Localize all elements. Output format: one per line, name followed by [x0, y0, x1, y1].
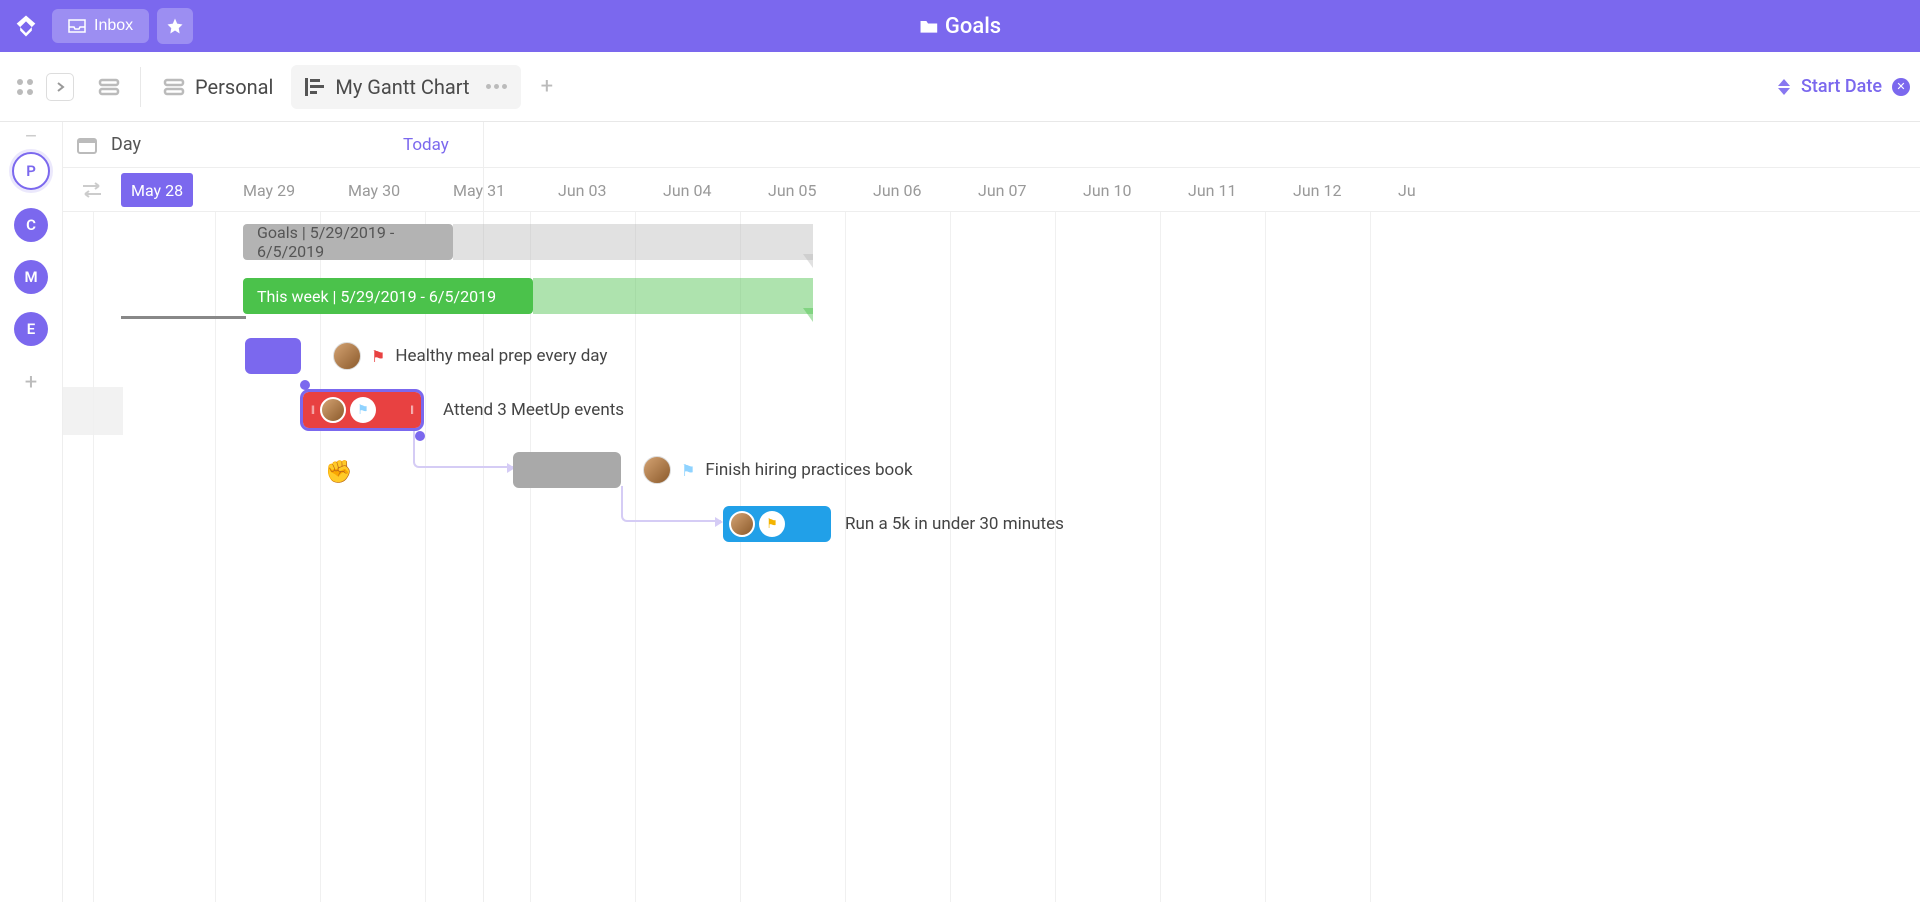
dependency-line: [621, 486, 721, 522]
date-column-header[interactable]: Jun 10: [1083, 168, 1131, 212]
date-column-header[interactable]: Jun 06: [873, 168, 921, 212]
date-column-header[interactable]: Jun 04: [663, 168, 711, 212]
inbox-button[interactable]: Inbox: [52, 9, 149, 43]
date-axis: May 28 May 29 May 30 May 31 Jun 03 Jun 04 Jun …: [63, 168, 1920, 212]
task-label[interactable]: ⚑Healthy meal prep every day: [333, 342, 607, 370]
date-column-header[interactable]: May 30: [348, 168, 400, 212]
date-column-header[interactable]: Jun 12: [1293, 168, 1341, 212]
dependency-line: [413, 428, 513, 468]
date-column-header[interactable]: Ju: [1398, 168, 1416, 212]
gantt-icon: [305, 78, 325, 96]
date-column-header[interactable]: May 28: [121, 173, 193, 207]
clear-sort-button[interactable]: ✕: [1892, 78, 1910, 96]
date-column-header[interactable]: Jun 03: [558, 168, 606, 212]
gantt-area: Day Today May 28 May 29 May 30 May 31 Jun 03…: [62, 122, 1920, 902]
sort-control[interactable]: Start Date ✕: [1777, 76, 1910, 97]
app-header: Inbox Goals: [0, 0, 1920, 52]
task-bar[interactable]: [513, 452, 621, 488]
avatar: [333, 342, 361, 370]
leader-line: [121, 316, 246, 319]
divider: [140, 67, 141, 107]
folder-icon: [919, 17, 939, 35]
date-column-header[interactable]: Jun 07: [978, 168, 1026, 212]
sidebar-item-c[interactable]: C: [14, 208, 48, 242]
collapse-icon[interactable]: –: [24, 124, 37, 148]
task-bar[interactable]: [245, 338, 301, 374]
grab-cursor-icon: ✊: [325, 460, 352, 485]
date-column-header[interactable]: Jun 11: [1188, 168, 1236, 212]
today-button[interactable]: Today: [403, 135, 449, 155]
inbox-label: Inbox: [94, 17, 133, 35]
priority-flag-icon: ⚑: [371, 347, 385, 366]
date-column-header[interactable]: Jun 05: [768, 168, 816, 212]
breadcrumb-personal[interactable]: Personal: [157, 75, 279, 99]
gantt-grid: [63, 212, 1920, 902]
task-bar[interactable]: ||⚑||: [303, 392, 421, 428]
star-icon: [166, 17, 184, 35]
task-label[interactable]: ⚑Finish hiring practices book: [643, 456, 913, 484]
sort-icon: [1777, 79, 1791, 95]
add-space-button[interactable]: +: [25, 370, 37, 395]
sidebar-item-p[interactable]: P: [12, 152, 50, 190]
view-toolbar: Personal My Gantt Chart + Start Date ✕: [0, 52, 1920, 122]
list-icon: [163, 77, 185, 97]
add-view-button[interactable]: +: [541, 74, 553, 99]
group-bar[interactable]: Goals | 5/29/2019 - 6/5/2019: [243, 224, 453, 260]
date-column-header[interactable]: May 31: [453, 168, 505, 212]
tab-gantt-chart[interactable]: My Gantt Chart: [291, 65, 520, 109]
sidebar-item-e[interactable]: E: [14, 312, 48, 346]
gantt-body[interactable]: Goals | 5/29/2019 - 6/5/2019 This week | …: [63, 212, 1920, 902]
tab-menu-icon[interactable]: [486, 84, 507, 89]
date-column-header[interactable]: May 29: [243, 168, 295, 212]
priority-flag-icon: ⚑: [759, 511, 785, 537]
space-sidebar: – P C M E +: [0, 52, 62, 902]
avatar: [729, 511, 755, 537]
priority-flag-icon: ⚑: [681, 461, 695, 480]
list-collapse-icon[interactable]: [94, 72, 124, 102]
resize-handle[interactable]: [415, 431, 425, 441]
page-title: Goals: [919, 14, 1001, 39]
calendar-icon[interactable]: [77, 136, 97, 154]
avatar: [320, 397, 346, 423]
gantt-controls: Day Today: [63, 122, 1920, 168]
dependency-arrow: [715, 517, 723, 527]
reorder-icon[interactable]: [63, 182, 121, 198]
task-label[interactable]: Run a 5k in under 30 minutes: [845, 514, 1064, 534]
scale-label[interactable]: Day: [111, 134, 141, 155]
group-bar[interactable]: This week | 5/29/2019 - 6/5/2019: [243, 278, 533, 314]
resize-handle[interactable]: [300, 380, 310, 390]
logo-icon[interactable]: [8, 8, 44, 44]
inbox-icon: [68, 19, 86, 33]
task-bar[interactable]: ⚑: [723, 506, 831, 542]
favorites-button[interactable]: [157, 8, 193, 44]
avatar: [643, 456, 671, 484]
sidebar-item-m[interactable]: M: [14, 260, 48, 294]
task-label[interactable]: Attend 3 MeetUp events: [443, 400, 624, 420]
priority-flag-icon: ⚑: [350, 397, 376, 423]
